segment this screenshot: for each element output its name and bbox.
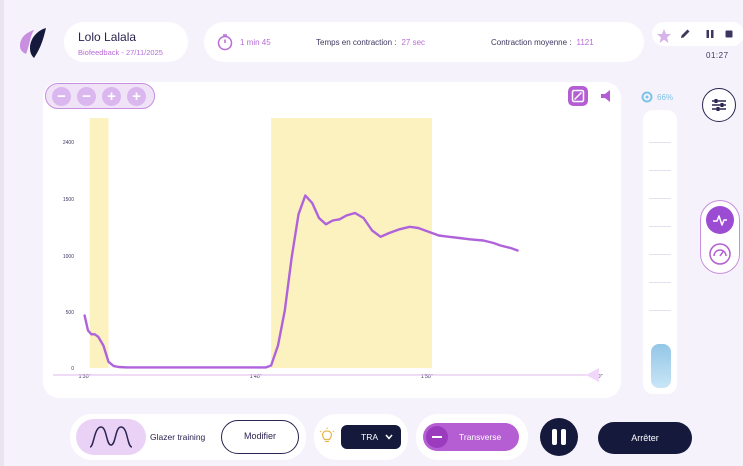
session-label: Biofeedback - 27/11/2025 [78, 48, 163, 57]
zoom-out-x-button[interactable]: − [77, 87, 96, 106]
stop-recording-icon[interactable] [724, 29, 734, 39]
pause-recording-icon[interactable] [705, 29, 715, 39]
level-tick [649, 226, 671, 227]
settings-button[interactable] [702, 88, 736, 122]
contraction-time-stat: Temps en contraction :27 sec [316, 38, 426, 47]
y-tick-label: 0 [71, 366, 74, 372]
level-tick [649, 310, 671, 311]
level-tick [649, 142, 671, 143]
avg-contraction-stat: Contraction moyenne :1121 [491, 38, 594, 47]
toggle-minus-icon [426, 426, 448, 448]
zoom-in-y-button[interactable]: + [127, 87, 146, 106]
sound-icon[interactable] [597, 86, 617, 106]
exercise-name: Glazer training [150, 432, 206, 442]
level-percent: 66% [657, 92, 674, 102]
contraction-zone [89, 118, 109, 368]
y-tick-label: 1000 [63, 254, 74, 260]
sync-icon [641, 91, 653, 103]
fit-view-icon[interactable] [568, 86, 588, 106]
gauge-mode-button[interactable] [706, 240, 734, 268]
signal-mode-button[interactable] [706, 206, 734, 234]
display-mode-selector [700, 200, 740, 274]
muscle-select-value: TRA [361, 432, 378, 442]
muscle-group: TRA [314, 414, 408, 460]
contraction-zone [271, 118, 432, 368]
pencil-icon[interactable] [679, 28, 691, 40]
patient-name: Lolo Lalala [78, 30, 137, 44]
level-tick [649, 254, 671, 255]
lightbulb-icon[interactable] [318, 427, 336, 445]
gauge-icon [709, 243, 731, 265]
exercise-group: Glazer training Modifier [70, 414, 306, 460]
sliders-icon [711, 98, 726, 111]
modify-button[interactable]: Modifier [221, 420, 299, 454]
exercise-wave-badge [76, 419, 146, 455]
minus-glyph [432, 436, 442, 438]
transverse-toggle[interactable]: Transverse [423, 423, 519, 451]
session-stats: 1 min 45 Temps en contraction :27 sec Co… [204, 22, 644, 62]
level-indicator: 66% [640, 91, 673, 103]
level-tick [649, 170, 671, 171]
level-tick [649, 282, 671, 283]
duration-value: 1 min 45 [240, 38, 271, 47]
transverse-label: Transverse [459, 432, 502, 442]
y-tick-label: 2400 [63, 140, 74, 146]
zoom-in-x-button[interactable]: + [102, 87, 121, 106]
zoom-controls: − − + + [45, 83, 155, 109]
app-logo [20, 28, 46, 58]
zoom-out-y-button[interactable]: − [52, 87, 71, 106]
level-fill [651, 344, 671, 388]
pause-button[interactable] [540, 418, 578, 456]
emg-chart: 0500100015002400 1'30"1'40"1'50"2'0" [53, 118, 603, 382]
timer-icon [217, 34, 233, 51]
chevron-down-icon [385, 434, 393, 440]
stop-button[interactable]: Arrêter [598, 422, 692, 454]
wave-icon [89, 426, 133, 448]
star-icon[interactable] [656, 28, 672, 44]
pause-icon [552, 429, 557, 445]
patient-card[interactable]: Lolo Lalala Biofeedback - 27/11/2025 [64, 22, 188, 62]
recording-time: 01:27 [706, 51, 729, 60]
y-tick-label: 500 [66, 310, 75, 316]
level-tick [649, 198, 671, 199]
transverse-group: Transverse [416, 414, 528, 460]
muscle-select[interactable]: TRA [341, 425, 401, 449]
pause-icon [561, 429, 566, 445]
y-tick-label: 1500 [63, 197, 74, 203]
pulse-icon [713, 215, 727, 226]
